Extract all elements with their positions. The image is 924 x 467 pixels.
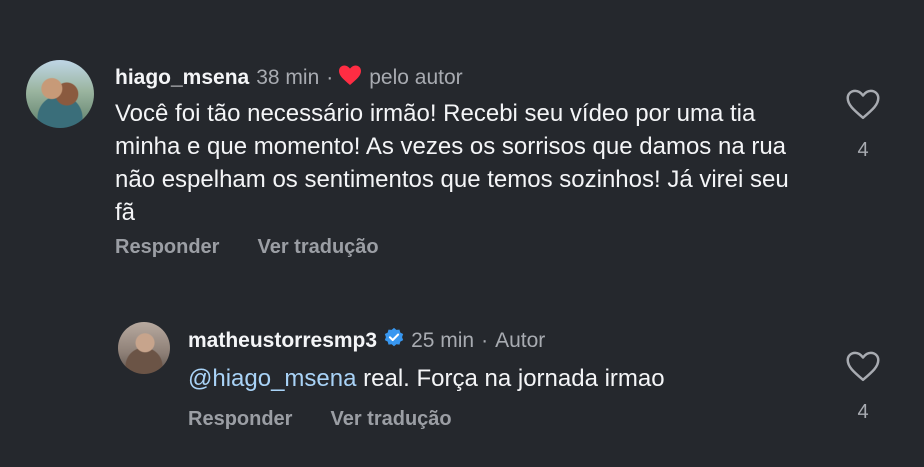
see-translation-button[interactable]: Ver tradução [330, 408, 451, 431]
verified-badge-icon [383, 327, 405, 355]
timestamp: 25 min [411, 329, 475, 352]
heart-filled-icon [337, 64, 363, 92]
heart-outline-icon[interactable] [843, 350, 883, 387]
reply-button[interactable]: Responder [188, 408, 292, 431]
liked-by-author-label: pelo autor [369, 66, 463, 89]
see-translation-button[interactable]: Ver tradução [257, 236, 378, 259]
reply-button[interactable]: Responder [115, 236, 219, 259]
avatar-hiago[interactable] [26, 60, 94, 128]
username[interactable]: hiago_msena [115, 66, 249, 90]
reply-actions: Responder Ver tradução [188, 408, 490, 431]
like-count: 4 [857, 401, 869, 423]
reply-header: matheustorresmp3 25 min · Autor [188, 327, 545, 355]
username[interactable]: matheustorresmp3 [188, 329, 377, 353]
comment-header: hiago_msena 38 min · pelo autor [115, 64, 463, 92]
separator: · [326, 66, 334, 89]
heart-outline-icon[interactable] [843, 88, 883, 125]
reply-text: @hiago_msena real. Força na jornada irma… [188, 362, 808, 395]
like-control: 4 [843, 88, 883, 162]
comment-actions: Responder Ver tradução [115, 236, 417, 259]
comment-text: Você foi tão necessário irmão! Recebi se… [115, 100, 789, 226]
reply-body: real. Força na jornada irmao [356, 365, 665, 392]
like-control: 4 [843, 350, 883, 424]
author-label: Autor [495, 329, 546, 352]
like-count: 4 [857, 139, 869, 161]
mention-link[interactable]: @hiago_msena [188, 365, 356, 392]
avatar-matheus[interactable] [118, 322, 170, 374]
separator: · [481, 329, 489, 352]
timestamp: 38 min [256, 66, 320, 89]
